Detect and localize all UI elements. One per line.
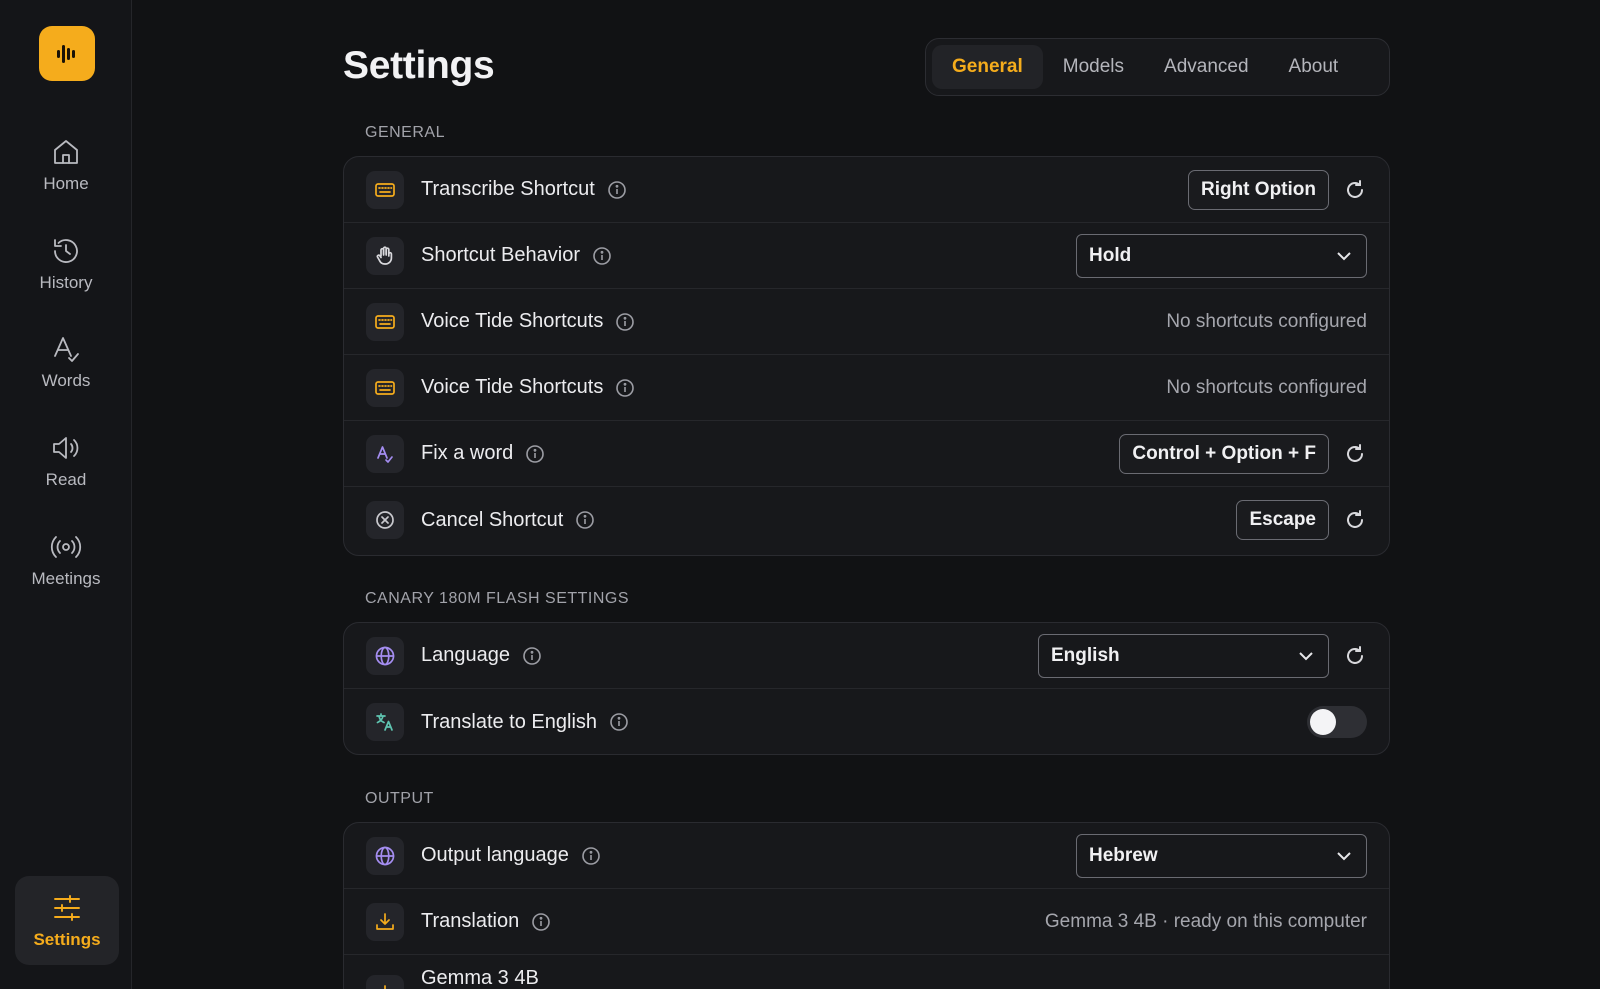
- setting-row-gemma-model: Gemma 3 4B: [344, 955, 1389, 989]
- general-settings-card: Transcribe Shortcut Right Option Shortcu…: [343, 156, 1390, 556]
- shortcut-key-button[interactable]: Control + Option + F: [1119, 433, 1329, 474]
- toggle-knob: [1310, 709, 1336, 735]
- select-value: English: [1051, 644, 1120, 666]
- sidebar-item-read[interactable]: Read: [0, 432, 132, 512]
- setting-status-text: No shortcuts configured: [1166, 376, 1367, 398]
- spellcheck-icon: [366, 434, 404, 473]
- setting-label: Cancel Shortcut: [421, 508, 564, 531]
- keyboard-icon: [366, 302, 404, 341]
- info-icon[interactable]: [525, 444, 545, 464]
- setting-label: Transcribe Shortcut: [421, 178, 595, 200]
- setting-row-cancel-shortcut: Cancel Shortcut Escape: [344, 487, 1389, 553]
- section-label-output: OUTPUT: [365, 790, 434, 807]
- setting-status-text: No shortcuts configured: [1166, 310, 1367, 332]
- setting-row-voice-tide-shortcuts: Voice Tide Shortcuts No shortcuts config…: [344, 289, 1389, 355]
- page-title: Settings: [343, 44, 495, 87]
- select-value: Hebrew: [1089, 844, 1158, 866]
- speaker-icon: [53, 437, 79, 459]
- sidebar-item-label: Home: [43, 174, 89, 193]
- tab-models[interactable]: Models: [1043, 45, 1144, 89]
- output-settings-card: Output language Hebrew Translation Gemma…: [343, 822, 1390, 989]
- info-icon[interactable]: [522, 646, 542, 666]
- app-logo[interactable]: [39, 26, 95, 81]
- info-icon[interactable]: [531, 912, 551, 932]
- setting-label: Voice Tide Shortcuts: [421, 310, 604, 332]
- chevron-down-icon: [1337, 251, 1351, 260]
- setting-label: Output language: [421, 844, 569, 866]
- info-icon[interactable]: [592, 246, 612, 266]
- info-icon[interactable]: [581, 846, 601, 866]
- chevron-down-icon: [1299, 651, 1313, 660]
- setting-row-output-language: Output language Hebrew: [344, 823, 1389, 889]
- words-icon: [54, 337, 79, 362]
- keyboard-icon: [366, 368, 404, 407]
- setting-row-shortcut-behavior: Shortcut Behavior Hold: [344, 223, 1389, 289]
- sidebar-item-label: Meetings: [31, 569, 101, 588]
- shortcut-key-button[interactable]: Right Option: [1187, 169, 1329, 210]
- setting-label: Language: [421, 644, 510, 666]
- setting-row-translate-to-english: Translate to English: [344, 689, 1389, 754]
- reset-icon[interactable]: [1343, 442, 1367, 466]
- sidebar-item-label: Words: [41, 371, 91, 390]
- select-value: Hold: [1089, 244, 1132, 266]
- sidebar-item-history[interactable]: History: [0, 235, 132, 315]
- keyboard-icon: [366, 170, 404, 209]
- setting-row-transcribe-shortcut: Transcribe Shortcut Right Option: [344, 157, 1389, 223]
- info-icon[interactable]: [615, 378, 635, 398]
- cancel-circle-icon: [366, 501, 404, 539]
- info-icon[interactable]: [615, 312, 635, 332]
- waveform-icon: [57, 44, 75, 63]
- sliders-icon: [54, 894, 80, 921]
- setting-row-fix-a-word: Fix a word Control + Option + F: [344, 421, 1389, 487]
- sidebar-item-words[interactable]: Words: [0, 333, 132, 413]
- sidebar-item-meetings[interactable]: Meetings: [0, 531, 132, 611]
- home-icon: [54, 140, 78, 164]
- translation-status-text: Gemma 3 4B · ready on this computer: [1044, 910, 1367, 932]
- sidebar: Home History Words Read Meetings Setting…: [0, 0, 132, 989]
- language-select[interactable]: English: [1038, 633, 1329, 678]
- history-icon: [54, 239, 78, 263]
- info-icon[interactable]: [609, 712, 629, 732]
- shortcut-behavior-select[interactable]: Hold: [1076, 233, 1367, 278]
- setting-row-translation: Translation Gemma 3 4B · ready on this c…: [344, 889, 1389, 955]
- sidebar-item-label: Read: [45, 470, 87, 489]
- model-name: Gemma 3 4B: [421, 967, 539, 989]
- tab-general[interactable]: General: [932, 45, 1043, 89]
- sidebar-item-label: Settings: [33, 929, 101, 949]
- download-icon: [366, 975, 404, 989]
- setting-label: Shortcut Behavior: [421, 244, 580, 266]
- setting-label: Translate to English: [421, 710, 598, 733]
- reset-icon[interactable]: [1343, 644, 1367, 668]
- setting-label: Voice Tide Shortcuts: [421, 376, 604, 398]
- info-icon[interactable]: [607, 180, 627, 200]
- canary-settings-card: Language English Translate to English: [343, 622, 1390, 755]
- reset-icon[interactable]: [1343, 178, 1367, 202]
- output-language-select[interactable]: Hebrew: [1076, 833, 1367, 878]
- tab-bar: General Models Advanced About: [925, 38, 1390, 96]
- sidebar-item-settings[interactable]: Settings: [15, 876, 119, 965]
- tab-about[interactable]: About: [1269, 45, 1359, 89]
- shortcut-key-button[interactable]: Escape: [1236, 500, 1329, 540]
- translate-toggle[interactable]: [1307, 706, 1367, 738]
- reset-icon[interactable]: [1343, 508, 1367, 532]
- setting-label: Translation: [421, 910, 520, 932]
- chevron-down-icon: [1337, 851, 1351, 860]
- globe-icon: [366, 836, 404, 875]
- section-label-canary: CANARY 180M FLASH SETTINGS: [365, 590, 630, 607]
- info-icon[interactable]: [575, 510, 595, 530]
- setting-row-voice-tide-shortcuts: Voice Tide Shortcuts No shortcuts config…: [344, 355, 1389, 421]
- globe-icon: [366, 636, 404, 675]
- tab-advanced[interactable]: Advanced: [1144, 45, 1269, 89]
- sidebar-item-home[interactable]: Home: [0, 136, 132, 216]
- translate-icon: [366, 703, 404, 741]
- section-label-general: GENERAL: [365, 124, 445, 141]
- download-icon: [366, 902, 404, 941]
- setting-row-language: Language English: [344, 623, 1389, 689]
- hand-icon: [366, 236, 404, 275]
- setting-label: Fix a word: [421, 442, 514, 464]
- broadcast-icon: [50, 536, 82, 558]
- sidebar-item-label: History: [39, 273, 93, 292]
